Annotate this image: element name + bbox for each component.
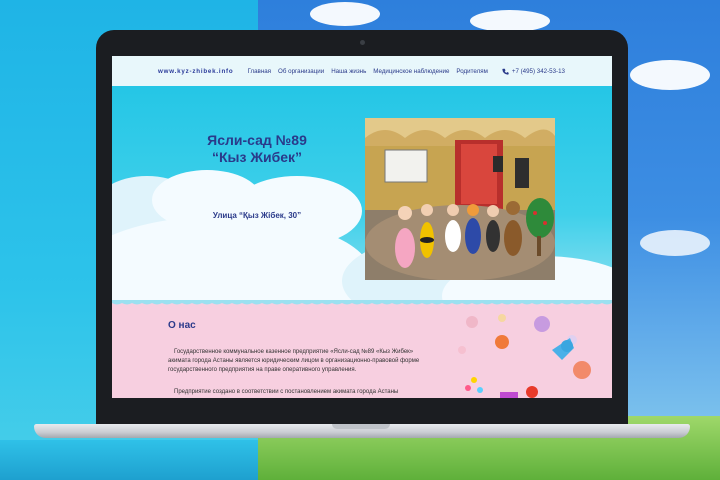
phone-icon — [502, 68, 509, 75]
wavy-divider — [112, 300, 612, 305]
about-title: О нас — [168, 320, 196, 331]
laptop-notch — [332, 424, 390, 429]
hero-address: Улица “Қыз Жібек, 30” — [212, 211, 302, 220]
hero-photo — [365, 118, 555, 280]
background-bottom-left — [0, 440, 258, 480]
webcam — [360, 40, 365, 45]
menu-item-about-organization[interactable]: Об организации — [278, 68, 324, 75]
laptop-screen: www.kyz-zhibek.info Главная Об организац… — [112, 56, 612, 398]
main-menu: Главная Об организации Наша жизнь Медици… — [247, 68, 487, 75]
background-cloud — [630, 60, 710, 90]
header-phone[interactable]: +7 (495) 342-53-13 — [502, 68, 565, 75]
hero-banner: Ясли-сад №89 “Кыз Жибек” Улица “Қыз Жібе… — [112, 86, 612, 300]
menu-item-our-life[interactable]: Наша жизнь — [331, 68, 366, 75]
hero-title-line1: Ясли-сад №89 — [207, 132, 307, 148]
about-section: О нас Государственное коммунальное казен… — [112, 300, 612, 398]
menu-item-parents[interactable]: Родителям — [456, 68, 487, 75]
site-logo[interactable]: www.kyz-zhibek.info — [158, 68, 233, 75]
hero-title: Ясли-сад №89 “Кыз Жибек” — [172, 132, 342, 166]
background-cloud — [640, 230, 710, 256]
laptop-frame: www.kyz-zhibek.info Главная Об организац… — [96, 30, 628, 430]
background-cloud — [310, 2, 380, 26]
background-cloud — [470, 10, 550, 32]
menu-item-medical[interactable]: Медицинское наблюдение — [373, 68, 449, 75]
about-paragraph: Предприятие создано в соответствии с пос… — [174, 389, 399, 395]
phone-number: +7 (495) 342-53-13 — [511, 67, 565, 75]
menu-item-home[interactable]: Главная — [247, 68, 271, 75]
decorative-illustration — [458, 314, 591, 398]
about-paragraph: Государственное коммунальное казенное пр… — [168, 349, 420, 373]
site-header: www.kyz-zhibek.info Главная Об организац… — [112, 56, 612, 86]
hero-title-line2: “Кыз Жибек” — [211, 149, 303, 165]
